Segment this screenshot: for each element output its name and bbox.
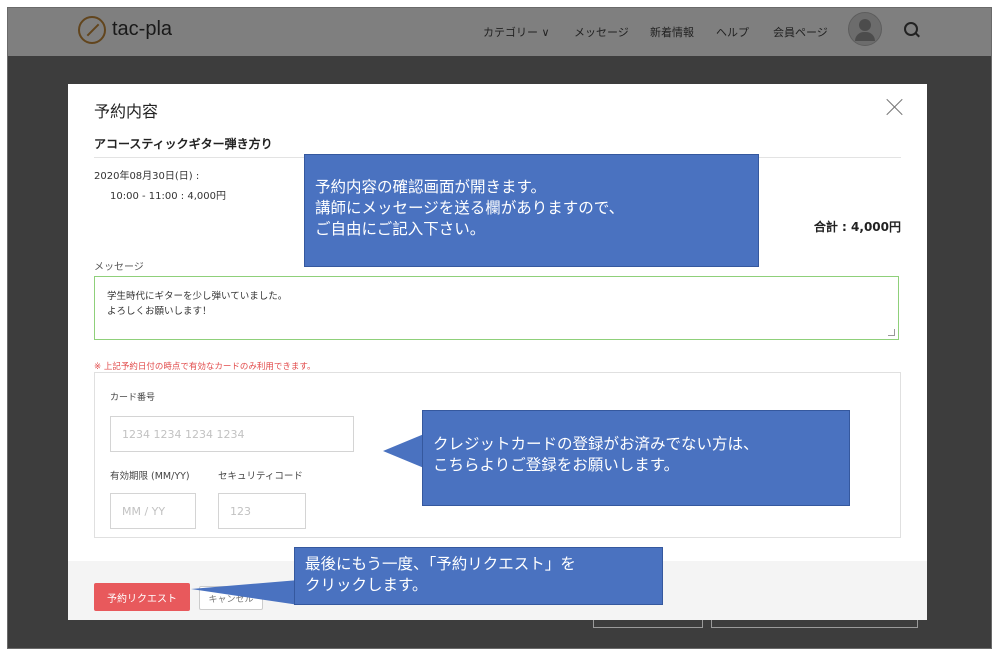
course-title: アコースティックギター弾き方り [94,137,273,151]
callout-line: クレジットカードの登録がお済みでない方は、 [433,435,759,453]
security-code-label: セキュリティコード [218,471,303,482]
callout-line: こちらよりご登録をお願いします。 [433,456,680,474]
callout-line: 最後にもう一度、「予約リクエスト」を [305,555,576,573]
message-line: 学生時代にギターを少し弾いていました。 [107,291,288,302]
callout-line: ご自由にご記入下さい。 [315,220,486,238]
message-textarea[interactable]: 学生時代にギターを少し弾いていました。 よろしくお願いします！ [94,276,899,340]
expiry-placeholder: MM / YY [122,504,166,518]
callout-request: 最後にもう一度、「予約リクエスト」を クリックします。 [294,547,663,605]
screenshot-frame: tac-pla カテゴリー ∨ メッセージ 新着情報 ヘルプ 会員ページ 予約内… [7,7,992,649]
expiry-input[interactable]: MM / YY [110,493,196,529]
callout-line: 講師にメッセージを送る欄がありますので、 [315,199,625,217]
security-code-placeholder: 123 [230,504,251,518]
message-label: メッセージ [94,262,144,273]
reservation-request-button[interactable]: 予約リクエスト [94,583,190,611]
resize-handle-icon[interactable] [888,329,895,336]
card-notice: ※ 上記予約日付の時点で有効なカードのみ利用できます。 [94,362,316,372]
callout-pointer [383,434,424,468]
reservation-date: 2020年08月30日(日) : [94,171,200,182]
card-number-label: カード番号 [110,393,156,403]
close-icon[interactable] [884,96,906,118]
card-number-input[interactable]: 1234 1234 1234 1234 [110,416,354,452]
callout-line: クリックします。 [305,576,428,594]
modal-title: 予約内容 [94,102,159,121]
reservation-time-price: 10:00 - 11:00 : 4,000円 [110,191,226,202]
message-line: よろしくお願いします！ [107,306,212,317]
callout-confirmation: 予約内容の確認画面が開きます。 講師にメッセージを送る欄がありますので、 ご自由… [304,154,759,267]
callout-pointer [191,580,299,605]
total-price: 合計 : 4,000円 [813,220,901,234]
security-code-input[interactable]: 123 [218,493,306,529]
callout-credit-card: クレジットカードの登録がお済みでない方は、 こちらよりご登録をお願いします。 [422,410,850,506]
callout-line: 予約内容の確認画面が開きます。 [315,178,546,196]
card-number-placeholder: 1234 1234 1234 1234 [122,427,245,441]
expiry-label: 有効期限 (MM/YY) [110,471,190,482]
